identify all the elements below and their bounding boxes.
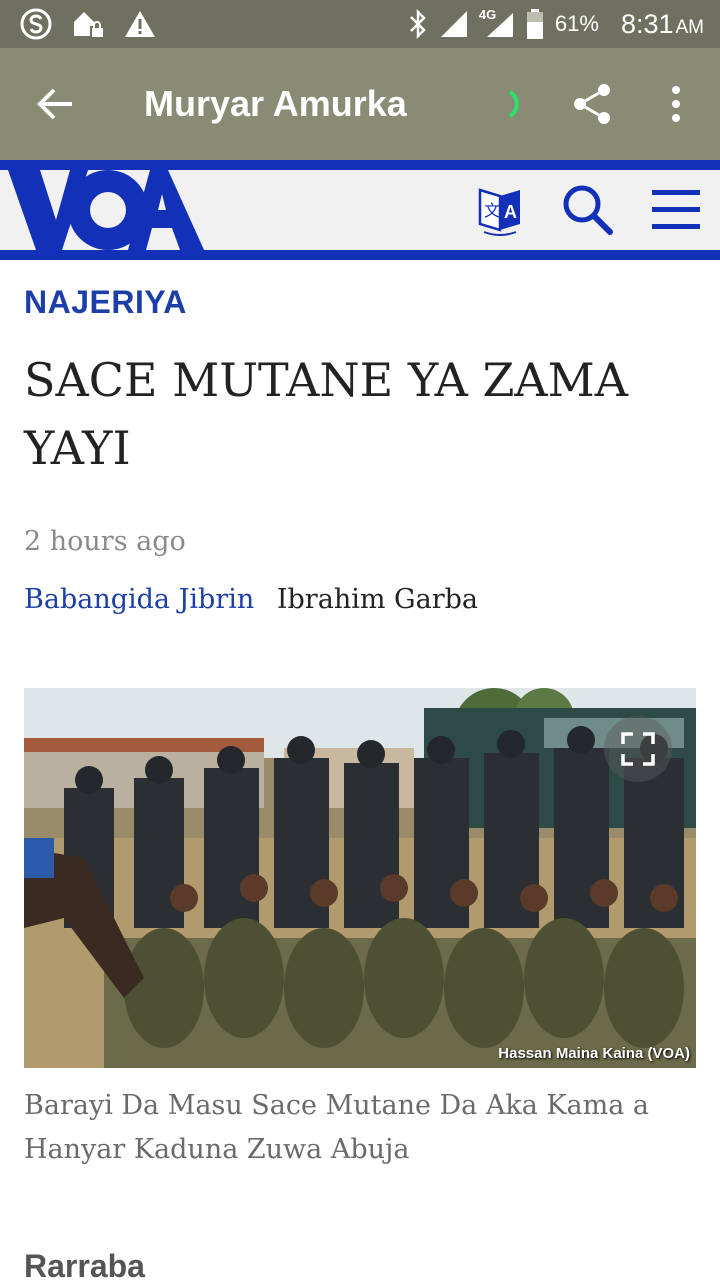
article-photo[interactable]: Hassan Maina Kaina (VOA) bbox=[24, 688, 696, 1068]
menu-button[interactable] bbox=[648, 186, 704, 234]
signal-4g-icon bbox=[486, 13, 513, 37]
author-name: Ibrahim Garba bbox=[276, 584, 478, 615]
clock-ampm: AM bbox=[675, 16, 705, 38]
status-bar: 4G 61% 8:31 AM bbox=[0, 0, 720, 48]
battery-icon bbox=[526, 9, 543, 39]
signal-icon bbox=[440, 11, 467, 37]
more-options-button[interactable] bbox=[652, 74, 700, 134]
share-section-heading: Rarraba bbox=[24, 1248, 145, 1284]
voa-logo[interactable] bbox=[0, 170, 210, 250]
status-left bbox=[0, 8, 156, 40]
loading-spinner-icon bbox=[508, 90, 519, 118]
translate-button[interactable]: 文 A bbox=[474, 184, 526, 236]
clock-hours: 8:31 bbox=[620, 8, 674, 39]
section-tag[interactable]: NAJERIYA bbox=[24, 284, 187, 321]
more-vert-icon bbox=[672, 86, 680, 122]
app-bar: Muryar Amurka bbox=[0, 48, 720, 160]
app-lock-icon bbox=[74, 12, 104, 38]
status-right: 4G 61% 8:31 AM bbox=[407, 7, 720, 40]
translate-icon: 文 A bbox=[478, 188, 520, 236]
author-link[interactable]: Babangida Jibrin bbox=[24, 584, 254, 615]
search-button[interactable] bbox=[560, 182, 616, 238]
svg-text:A: A bbox=[504, 202, 517, 222]
app-title: Muryar Amurka bbox=[144, 83, 407, 124]
back-button[interactable] bbox=[0, 48, 112, 160]
fullscreen-icon bbox=[621, 732, 655, 766]
network-4g: 4G bbox=[479, 7, 515, 39]
expand-photo-button[interactable] bbox=[604, 716, 672, 782]
photo-caption: Barayi Da Masu Sace Mutane Da Aka Kama a… bbox=[24, 1090, 650, 1165]
svg-text:文: 文 bbox=[484, 201, 500, 220]
battery-percent: 61% bbox=[554, 11, 599, 36]
article-authors: Babangida Jibrin Ibrahim Garba bbox=[24, 584, 478, 615]
menu-icon bbox=[652, 190, 700, 229]
article-headline: SACE MUTANE YA ZAMA YAYI bbox=[24, 353, 628, 475]
photo-scene bbox=[24, 688, 696, 1068]
voa-header: 文 A bbox=[0, 160, 720, 260]
warning-icon bbox=[125, 11, 155, 37]
search-icon bbox=[563, 185, 613, 235]
clock-time: 8:31 AM bbox=[621, 9, 704, 40]
article-timestamp: 2 hours ago bbox=[24, 526, 186, 557]
bluetooth-icon bbox=[410, 9, 426, 39]
back-arrow-icon bbox=[37, 88, 72, 120]
skype-icon bbox=[20, 8, 52, 40]
photo-credit: Hassan Maina Kaina (VOA) bbox=[498, 1045, 690, 1062]
share-button[interactable] bbox=[560, 74, 624, 134]
share-icon bbox=[574, 84, 610, 124]
